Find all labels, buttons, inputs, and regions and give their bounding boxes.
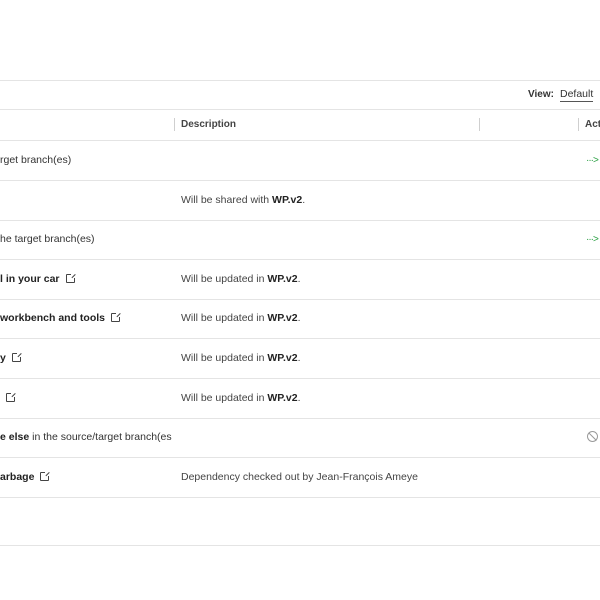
description-suffix: . <box>302 194 306 206</box>
row-description: Will be updated in WP.v2. <box>181 379 300 418</box>
description-text: Dependency checked out by Jean-François … <box>181 471 418 483</box>
external-link-icon[interactable] <box>40 471 51 481</box>
row-name-text: rget branch(es) <box>0 154 72 166</box>
description-suffix: . <box>297 312 301 324</box>
description-branch: WP.v2 <box>267 312 298 324</box>
table-row[interactable]: arbage Dependency checked out by Jean-Fra… <box>0 458 600 497</box>
description-branch: WP.v2 <box>267 273 298 285</box>
row-name-link[interactable]: y <box>0 352 6 364</box>
view-label: View: <box>528 89 554 100</box>
description-suffix: . <box>297 392 301 404</box>
row-name: rget branch(es) <box>0 141 71 180</box>
description-suffix: . <box>297 352 301 364</box>
table-row[interactable]: he target branch(es) ···> <box>0 220 600 259</box>
external-link-icon[interactable] <box>6 392 16 402</box>
row-name: y <box>0 339 22 378</box>
column-separator[interactable] <box>578 118 579 131</box>
row-divider <box>0 497 600 498</box>
row-description: Dependency checked out by Jean-François … <box>181 458 418 497</box>
description-branch: WP.v2 <box>267 352 298 364</box>
row-name: he target branch(es) <box>0 220 95 259</box>
row-name-link[interactable]: arbage <box>0 471 34 483</box>
table-row[interactable]: l in your car Will be updated in WP.v2. <box>0 260 600 299</box>
row-description: Will be updated in WP.v2. <box>181 299 300 338</box>
description-suffix: . <box>297 273 301 285</box>
dashed-arrow-right-icon[interactable]: ···> <box>586 234 599 245</box>
row-name-text: he target branch(es) <box>0 233 95 245</box>
dashed-arrow-right-icon[interactable]: ···> <box>586 155 599 166</box>
column-header-description[interactable]: Description <box>181 119 236 130</box>
row-name: l in your car <box>0 260 76 299</box>
table-row[interactable]: y Will be updated in WP.v2. <box>0 339 600 378</box>
row-name <box>0 379 16 418</box>
table-row[interactable]: rget branch(es) ···> <box>0 141 600 180</box>
description-branch: WP.v2 <box>267 392 298 404</box>
description-text: Will be shared with <box>181 194 273 206</box>
column-header-actions[interactable]: Act <box>585 119 600 130</box>
row-name-link[interactable]: workbench and tools <box>0 312 105 324</box>
column-separator[interactable] <box>174 118 175 131</box>
table-bottom-border <box>0 545 600 546</box>
description-text: Will be updated in <box>181 273 268 285</box>
description-text: Will be updated in <box>181 392 268 404</box>
table-row[interactable]: workbench and tools Will be updated in WP… <box>0 299 600 338</box>
column-separator[interactable] <box>479 118 480 131</box>
table-row[interactable]: Will be updated in WP.v2. <box>0 379 600 418</box>
row-name: arbage <box>0 458 51 497</box>
row-description: Will be shared with WP.v2. <box>181 181 305 220</box>
view-select[interactable]: Default <box>560 88 594 102</box>
external-link-icon[interactable] <box>65 273 76 283</box>
description-text: Will be updated in <box>181 352 268 364</box>
external-link-icon[interactable] <box>11 352 22 362</box>
description-branch: WP.v2 <box>272 194 303 206</box>
row-name-link[interactable]: l in your car <box>0 273 60 285</box>
row-name-link[interactable]: e else <box>0 431 29 443</box>
row-name: workbench and tools <box>0 299 122 338</box>
row-name: e else in the source/target branch(es <box>0 418 172 457</box>
table-row[interactable]: Will be shared with WP.v2. <box>0 181 600 220</box>
row-name-text: in the source/target branch(es <box>29 431 172 443</box>
table-row[interactable]: e else in the source/target branch(es <box>0 418 600 457</box>
table-header: Description Act <box>0 110 600 140</box>
toolbar: View: Default <box>0 80 600 109</box>
row-description: Will be updated in WP.v2. <box>181 339 300 378</box>
blocked-circle-icon[interactable] <box>587 431 598 442</box>
description-text: Will be updated in <box>181 312 268 324</box>
external-link-icon[interactable] <box>111 312 122 322</box>
row-description: Will be updated in WP.v2. <box>181 260 300 299</box>
